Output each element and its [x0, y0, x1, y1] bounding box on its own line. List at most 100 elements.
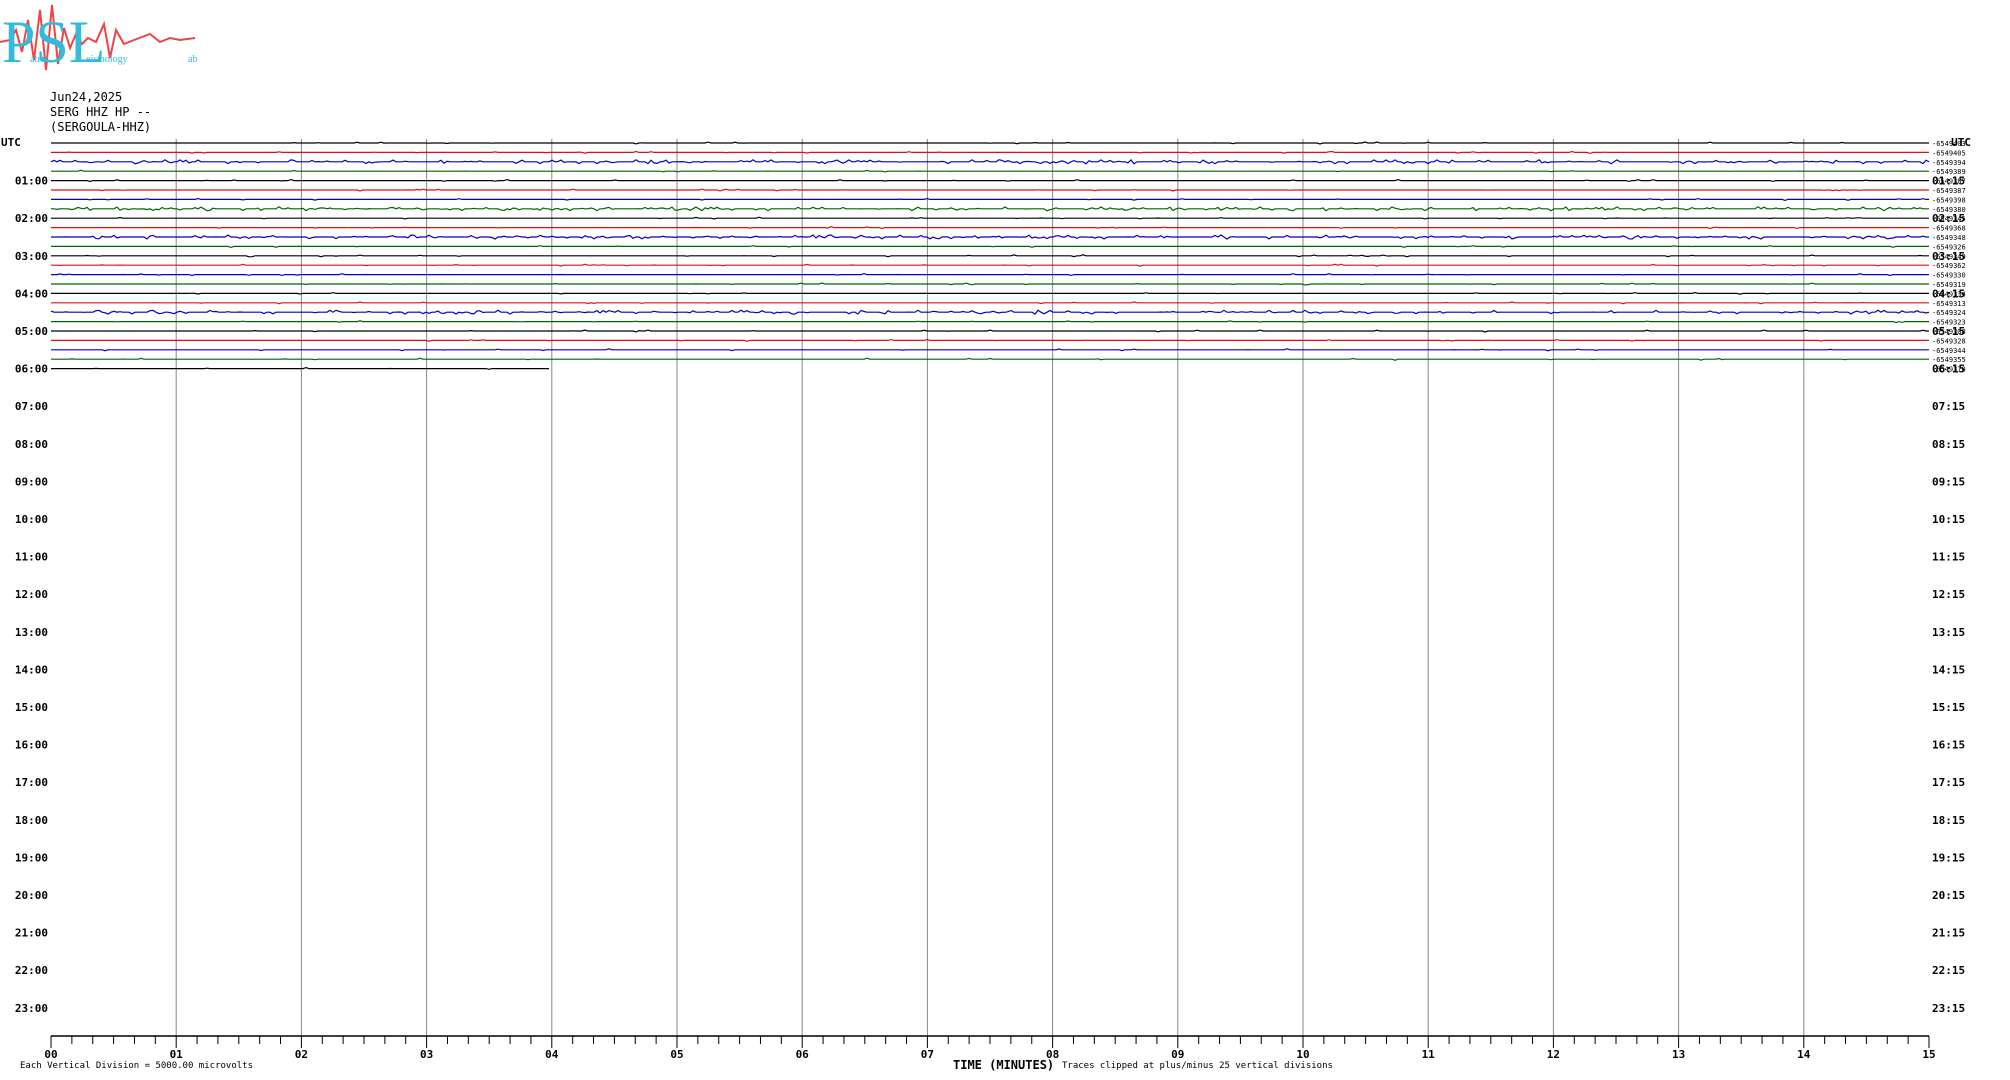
right-hour-label-08:15: 08:15 [1932, 438, 1965, 451]
trace-offset-label-7: -6549398 [1932, 196, 1966, 204]
x-tick-label-06: 06 [796, 1048, 810, 1061]
trace-row-18 [51, 301, 1929, 305]
logo-sub-seismology: eismology [86, 54, 128, 65]
left-hour-label-15:00: 15:00 [15, 701, 48, 714]
left-hour-label-22:00: 22:00 [15, 964, 48, 977]
right-hour-label-18:15: 18:15 [1932, 814, 1965, 827]
right-hour-label-02:15: 02:15 [1932, 212, 1965, 225]
station-name: (SERGOULA-HHZ) [50, 120, 152, 134]
x-axis-label: TIME (MINUTES) [953, 1058, 1055, 1072]
right-hour-label-01:15: 01:15 [1932, 175, 1965, 188]
right-hour-label-09:15: 09:15 [1932, 475, 1965, 488]
left-hour-label-12:00: 12:00 [15, 588, 48, 601]
right-hour-label-13:15: 13:15 [1932, 626, 1965, 639]
right-utc-label: UTC [1951, 136, 1971, 149]
trace-row-10 [51, 226, 1929, 230]
x-tick-label-10: 10 [1296, 1048, 1309, 1061]
station-code: SERG HHZ HP -- [50, 105, 152, 119]
right-hour-label-11:15: 11:15 [1932, 551, 1965, 564]
right-hour-label-14:15: 14:15 [1932, 663, 1965, 676]
clip-note: Traces clipped at plus/minus 25 vertical… [1062, 1061, 1333, 1071]
right-hour-label-07:15: 07:15 [1932, 400, 1965, 413]
logo-sub-atras: atras [30, 54, 49, 65]
trace-offset-label-18: -6549313 [1932, 300, 1966, 308]
trace-row-11 [51, 234, 1929, 240]
right-hour-label-10:15: 10:15 [1932, 513, 1965, 526]
left-hour-label-05:00: 05:00 [15, 325, 48, 338]
left-hour-label-06:00: 06:00 [15, 363, 48, 376]
x-tick-label-00: 00 [44, 1048, 57, 1061]
left-hour-label-07:00: 07:00 [15, 400, 48, 413]
trace-row-21 [51, 329, 1929, 333]
trace-row-16 [51, 282, 1929, 286]
left-hour-label-03:00: 03:00 [15, 250, 48, 263]
trace-row-6 [51, 188, 1929, 192]
trace-row-20 [51, 320, 1929, 324]
trace-row-3 [50, 159, 1930, 165]
left-hour-label-01:00: 01:00 [15, 175, 48, 188]
trace-offset-label-22: -6549328 [1932, 337, 1966, 345]
right-hour-label-06:15: 06:15 [1932, 363, 1965, 376]
trace-row-14 [51, 263, 1929, 267]
right-hour-label-17:15: 17:15 [1932, 776, 1965, 789]
x-tick-label-12: 12 [1547, 1048, 1560, 1061]
x-tick-label-13: 13 [1672, 1048, 1685, 1061]
right-hour-label-22:15: 22:15 [1932, 964, 1965, 977]
right-hour-label-20:15: 20:15 [1932, 889, 1965, 902]
x-tick-label-07: 07 [921, 1048, 934, 1061]
trace-row-5 [51, 178, 1929, 183]
x-tick-label-11: 11 [1422, 1048, 1436, 1061]
left-hour-label-19:00: 19:00 [15, 851, 48, 864]
x-tick-label-09: 09 [1171, 1048, 1184, 1061]
left-hour-label-21:00: 21:00 [15, 927, 48, 940]
trace-row-8 [50, 206, 1929, 212]
trace-row-24 [51, 357, 1929, 361]
minute-gridlines [175, 139, 1805, 1036]
left-hour-label-17:00: 17:00 [15, 776, 48, 789]
left-hour-label-14:00: 14:00 [15, 663, 48, 676]
left-hour-label-23:00: 23:00 [15, 1002, 48, 1015]
right-hour-label-21:15: 21:15 [1932, 927, 1965, 940]
trace-offset-label-23: -6549344 [1932, 347, 1966, 355]
trace-row-4 [51, 169, 1929, 173]
plot-date: Jun24,2025 [50, 90, 123, 104]
x-tick-label-14: 14 [1797, 1048, 1811, 1061]
trace-row-7 [51, 197, 1929, 202]
psl-logo: PSL atras eismology ab [0, 4, 197, 75]
x-tick-label-01: 01 [170, 1048, 184, 1061]
trace-offset-label-11: -6549348 [1932, 234, 1966, 242]
x-tick-label-15: 15 [1922, 1048, 1935, 1061]
left-hour-label-02:00: 02:00 [15, 212, 48, 225]
trace-row-1 [51, 141, 1929, 145]
trace-offset-label-15: -6549330 [1932, 272, 1966, 280]
left-utc-label: UTC [1, 136, 21, 149]
trace-row-22 [51, 338, 1929, 342]
right-hour-label-19:15: 19:15 [1932, 851, 1965, 864]
left-hour-label-13:00: 13:00 [15, 626, 48, 639]
trace-row-13 [51, 254, 1929, 258]
trace-offset-label-14: -6549362 [1932, 262, 1966, 270]
left-hour-label-11:00: 11:00 [15, 551, 48, 564]
right-hour-label-03:15: 03:15 [1932, 250, 1965, 263]
left-hour-label-09:00: 09:00 [15, 475, 48, 488]
trace-offset-label-6: -6549387 [1932, 187, 1966, 195]
x-tick-label-03: 03 [420, 1048, 433, 1061]
right-hour-label-12:15: 12:15 [1932, 588, 1965, 601]
helicorder-chart: 00 01 02 03 04 05 06 07 08 09 10 11 12 13 14 15 -654940… [1, 136, 1971, 1061]
logo-sub-lab: ab [188, 54, 197, 65]
trace-row-12 [51, 245, 1929, 249]
left-hour-label-18:00: 18:00 [15, 814, 48, 827]
trace-row-2 [51, 150, 1929, 155]
left-hour-label-16:00: 16:00 [15, 739, 48, 752]
trace-offset-label-10: -6549368 [1932, 225, 1966, 233]
x-tick-label-04: 04 [545, 1048, 559, 1061]
seismic-traces [50, 141, 1930, 370]
x-tick-label-02: 02 [295, 1048, 308, 1061]
left-hour-label-04:00: 04:00 [15, 287, 48, 300]
left-hour-label-20:00: 20:00 [15, 889, 48, 902]
trace-row-17 [51, 291, 1929, 295]
right-hour-label-23:15: 23:15 [1932, 1002, 1965, 1015]
right-hour-label-16:15: 16:15 [1932, 739, 1965, 752]
trace-row-23 [51, 348, 1929, 352]
trace-row-15 [51, 272, 1929, 277]
